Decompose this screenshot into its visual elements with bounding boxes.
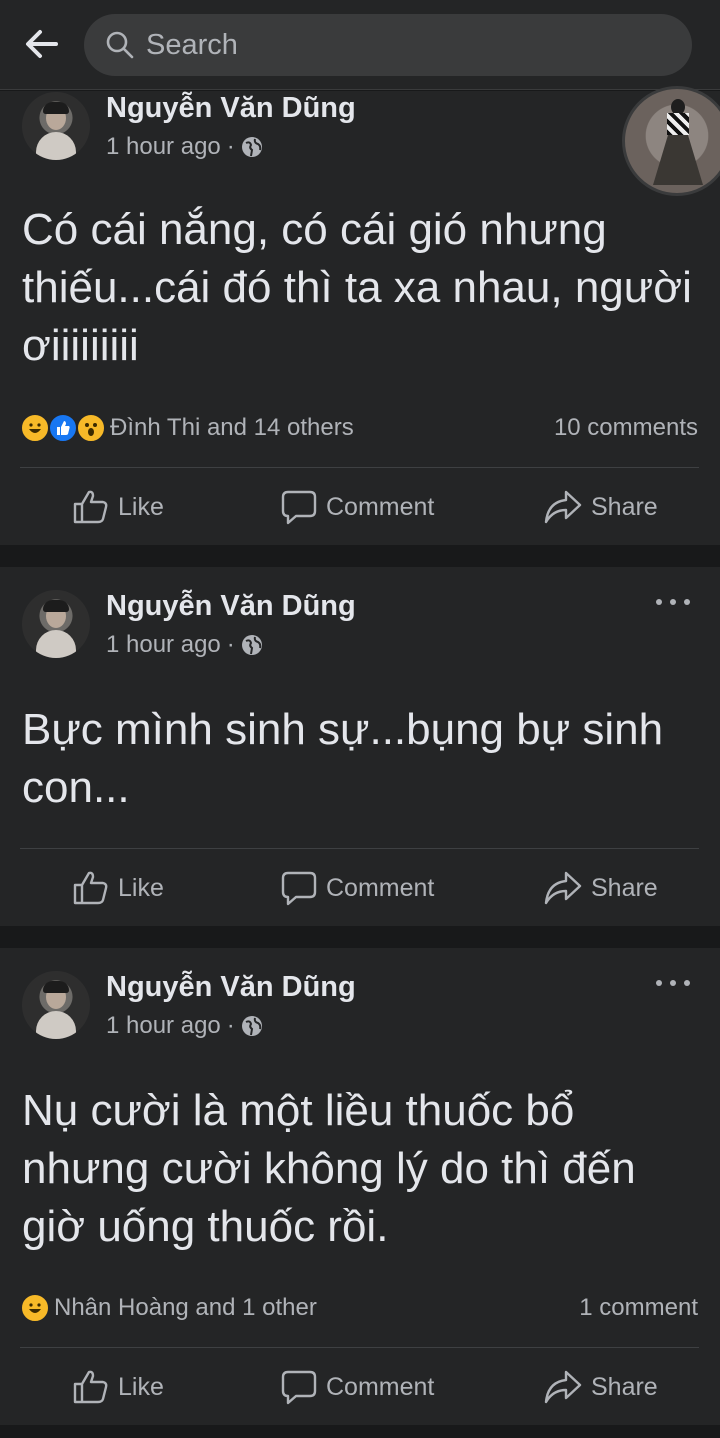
post-author[interactable]: Nguyễn Văn Dũng [106,971,356,1004]
globe-icon [241,634,263,656]
comment-label: Comment [326,492,435,521]
top-bar: Search [0,0,720,90]
share-label: Share [591,492,658,521]
like-button[interactable]: Like [72,864,164,912]
globe-icon [241,1015,263,1037]
post-time[interactable]: 1 hour ago [106,631,221,659]
like-reaction-icon [48,413,78,443]
comment-label: Comment [326,1372,435,1401]
haha-reaction-icon [20,413,50,443]
comment-icon [281,490,317,525]
like-button[interactable]: Like [72,483,164,531]
like-icon [73,490,108,524]
back-button[interactable] [18,20,66,68]
comment-icon [281,1370,317,1405]
comment-button[interactable]: Comment [280,864,434,912]
share-icon [544,1370,582,1404]
post-time[interactable]: 1 hour ago [106,133,221,161]
like-icon [73,1370,108,1404]
post-card: Nguyễn Văn Dũng 1 hour ago · Bực mình si… [0,567,720,926]
avatar[interactable] [22,92,90,160]
post-card: Nguyễn Văn Dũng 1 hour ago · Nụ cười là … [0,948,720,1425]
search-placeholder: Search [146,28,238,61]
divider [20,1347,699,1348]
reaction-icons [20,1293,50,1323]
like-label: Like [118,873,164,902]
comment-icon [281,871,317,906]
post-text: Có cái nắng, có cái gió nhưng thiếu...cá… [22,205,692,370]
reaction-summary[interactable]: Đình Thi and 14 others [20,411,354,445]
like-label: Like [118,1372,164,1401]
share-button[interactable]: Share [543,864,658,912]
avatar[interactable] [22,590,90,658]
post-time[interactable]: 1 hour ago [106,1012,221,1040]
post-text: Nụ cười là một liều thuốc bổ nhưng cười … [22,1086,636,1251]
more-options-button[interactable] [656,973,690,993]
post-text: Bực mình sinh sự...bụng bự sinh con... [22,705,664,812]
share-label: Share [591,873,658,902]
comment-count[interactable]: 1 comment [579,1294,698,1322]
like-label: Like [118,492,164,521]
share-button[interactable]: Share [543,483,658,531]
back-arrow-icon [26,30,58,58]
post-author[interactable]: Nguyễn Văn Dũng [106,92,356,125]
share-icon [544,490,582,524]
avatar[interactable] [22,971,90,1039]
comment-label: Comment [326,873,435,902]
comment-count[interactable]: 10 comments [554,414,698,442]
share-label: Share [591,1372,658,1401]
divider [20,848,699,849]
comment-button[interactable]: Comment [280,1363,434,1411]
more-options-button[interactable] [656,592,690,612]
post-card: Nguyễn Văn Dũng 1 hour ago · Có cái nắng… [0,91,720,545]
share-button[interactable]: Share [543,1363,658,1411]
reaction-names: Nhân Hoàng and 1 other [54,1294,317,1321]
wow-reaction-icon [76,413,106,443]
share-icon [544,871,582,905]
post-meta: 1 hour ago · [106,1012,263,1040]
like-icon [73,871,108,905]
post-meta: 1 hour ago · [106,631,263,659]
divider [20,467,699,468]
comment-button[interactable]: Comment [280,483,434,531]
reaction-icons [20,413,106,443]
like-button[interactable]: Like [72,1363,164,1411]
search-input[interactable]: Search [84,14,692,76]
globe-icon [241,136,263,158]
post-meta: 1 hour ago · [106,133,263,161]
reaction-summary[interactable]: Nhân Hoàng and 1 other [20,1291,317,1325]
post-author[interactable]: Nguyễn Văn Dũng [106,590,356,623]
search-icon [104,29,136,61]
reaction-names: Đình Thi and 14 others [110,414,354,441]
haha-reaction-icon [20,1293,50,1323]
